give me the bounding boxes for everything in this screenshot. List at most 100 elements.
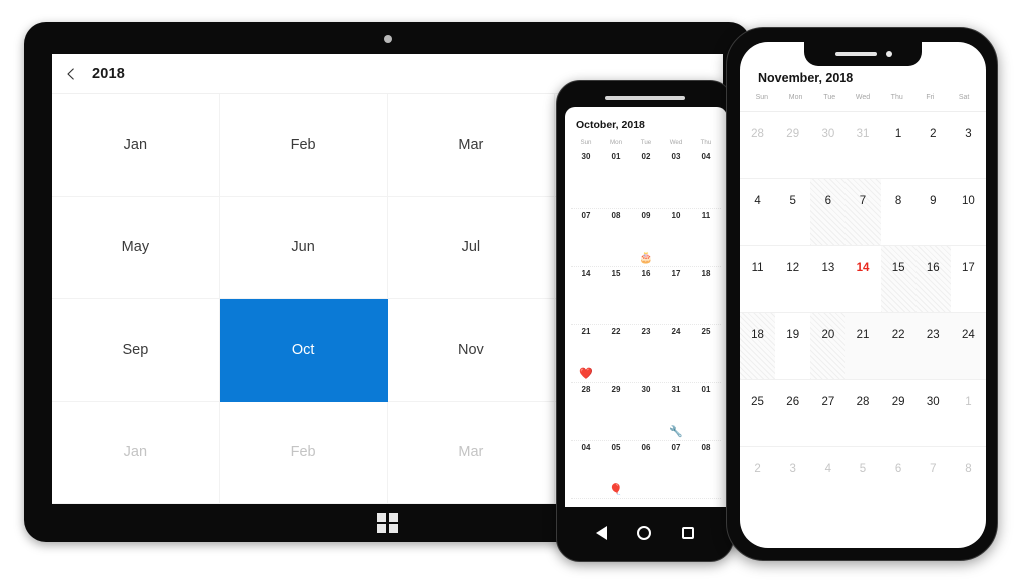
ios-date-cell-normal[interactable]: 5 xyxy=(775,179,810,245)
ios-date-cell-other[interactable]: 2 xyxy=(740,447,775,514)
ios-date-cell-other[interactable]: 7 xyxy=(916,447,951,514)
ios-date-cell-normal[interactable]: 29 xyxy=(881,380,916,446)
ios-date-cell-shaded[interactable]: 23 xyxy=(915,313,951,379)
event-slot-empty xyxy=(631,427,661,438)
event-emoji-icon[interactable]: ❤️ xyxy=(571,369,601,380)
ios-date-cell-shaded[interactable]: 22 xyxy=(880,313,916,379)
event-emoji-icon[interactable]: 🔧 xyxy=(661,427,691,438)
android-date-cell[interactable]: 11 xyxy=(691,211,721,220)
ios-date-cell-selected[interactable]: 2 xyxy=(916,112,951,178)
month-cell-mar-2[interactable]: Mar xyxy=(387,94,556,197)
month-cell-nov-10[interactable]: Nov xyxy=(387,299,556,402)
android-date-cell[interactable]: 09 xyxy=(631,211,661,220)
ios-date-cell-other[interactable]: 30 xyxy=(810,112,845,178)
month-cell-jan-12[interactable]: Jan xyxy=(52,401,220,504)
android-date-cell[interactable]: 25 xyxy=(691,327,721,336)
nav-recents-icon[interactable] xyxy=(681,527,694,539)
ios-date-cell-other[interactable]: 29 xyxy=(775,112,810,178)
ios-date-cell-other[interactable]: 28 xyxy=(740,112,775,178)
tablet-camera-icon xyxy=(383,35,392,43)
ios-date-cell-normal[interactable]: 10 xyxy=(951,179,986,245)
iphone-notch xyxy=(804,42,922,66)
ios-date-cell-selected[interactable]: 30 xyxy=(916,380,951,446)
ios-date-number: 29 xyxy=(786,128,800,140)
android-date-cell[interactable]: 17 xyxy=(661,269,691,278)
ios-date-cell-selected[interactable]: 19 xyxy=(775,313,810,379)
ios-date-cell-normal[interactable]: 8 xyxy=(881,179,916,245)
ios-date-cell-normal[interactable]: 1 xyxy=(881,112,916,178)
ios-date-number: 29 xyxy=(891,396,905,408)
ios-date-cell-normal[interactable]: 13 xyxy=(810,246,845,312)
android-date-cell[interactable]: 05 xyxy=(601,443,631,452)
ios-date-cell-selected[interactable]: 11 xyxy=(740,246,775,312)
ios-date-cell-selected[interactable]: 28 xyxy=(845,380,880,446)
windows-logo-icon[interactable] xyxy=(377,512,398,534)
android-date-cell[interactable]: 10 xyxy=(661,211,691,220)
android-date-cell[interactable]: 21 xyxy=(571,327,601,336)
android-date-cell[interactable]: 18 xyxy=(691,269,721,278)
android-date-cell[interactable]: 08 xyxy=(601,211,631,220)
android-date-cell[interactable]: 29 xyxy=(601,385,631,394)
ios-date-cell-selected[interactable]: 12 xyxy=(775,246,810,312)
ios-date-cell-normal[interactable]: 25 xyxy=(740,380,775,446)
ios-date-cell-other[interactable]: 3 xyxy=(775,447,810,514)
android-date-cell[interactable]: 07 xyxy=(661,443,691,452)
android-date-cell[interactable]: 14 xyxy=(571,269,601,278)
android-date-cell[interactable]: 16 xyxy=(631,269,661,278)
android-date-cell[interactable]: 04 xyxy=(571,443,601,452)
chevron-left-icon[interactable] xyxy=(64,67,78,81)
android-date-cell[interactable]: 08 xyxy=(691,443,721,452)
ios-date-cell-selected[interactable]: 4 xyxy=(740,179,775,245)
event-emoji-icon[interactable]: 🎈 xyxy=(601,485,631,496)
ios-date-number: 9 xyxy=(930,195,937,207)
event-slot-empty xyxy=(691,485,721,496)
month-cell-jul-6[interactable]: Jul xyxy=(387,196,556,299)
ios-date-cell-shaded[interactable]: 24 xyxy=(950,313,986,379)
ios-date-cell-other[interactable]: 8 xyxy=(951,447,986,514)
nav-back-icon[interactable] xyxy=(596,526,608,540)
android-date-cell[interactable]: 23 xyxy=(631,327,661,336)
android-date-cell[interactable]: 07 xyxy=(571,211,601,220)
month-cell-sep-8[interactable]: Sep xyxy=(52,299,220,402)
ios-date-cell-normal[interactable]: 26 xyxy=(775,380,810,446)
ios-date-cell-other[interactable]: 1 xyxy=(951,380,986,446)
android-date-cell[interactable]: 24 xyxy=(661,327,691,336)
ios-date-cell-shaded[interactable]: 21 xyxy=(845,313,881,379)
month-cell-may-4[interactable]: May xyxy=(52,196,220,299)
ios-date-cell-normal[interactable]: 17 xyxy=(951,246,986,312)
ios-week-row: 4 5 6 7 8 9 10 xyxy=(740,179,986,246)
month-cell-jun-5[interactable]: Jun xyxy=(219,196,388,299)
nav-home-icon[interactable] xyxy=(637,526,652,540)
month-cell-mar-14[interactable]: Mar xyxy=(387,401,556,504)
month-cell-jan-0[interactable]: Jan xyxy=(52,94,220,197)
android-date-cell[interactable]: 06 xyxy=(631,443,661,452)
android-date-cell[interactable]: 03 xyxy=(661,152,691,161)
ios-date-number: 6 xyxy=(824,195,832,207)
ios-date-cell-today[interactable]: 14 xyxy=(845,246,880,312)
ios-date-cell-other[interactable]: 6 xyxy=(881,447,916,514)
ios-date-cell-normal[interactable]: 3 xyxy=(951,112,986,178)
android-date-cell[interactable]: 04 xyxy=(691,152,721,161)
android-date-cell[interactable]: 30 xyxy=(631,385,661,394)
month-cell-feb-1[interactable]: Feb xyxy=(219,94,388,197)
android-date-cell[interactable]: 15 xyxy=(601,269,631,278)
android-date-cell[interactable]: 02 xyxy=(631,152,661,161)
ios-date-cell-selected[interactable]: 9 xyxy=(916,179,951,245)
ios-date-cell-other[interactable]: 31 xyxy=(845,112,880,178)
android-date-cell[interactable]: 30 xyxy=(571,152,601,161)
ios-date-cell-other[interactable]: 5 xyxy=(845,447,880,514)
android-date-cell[interactable]: 01 xyxy=(691,385,721,394)
android-date-cell[interactable]: 22 xyxy=(601,327,631,336)
month-cell-feb-13[interactable]: Feb xyxy=(219,401,388,504)
android-date-cell[interactable]: 01 xyxy=(601,152,631,161)
android-date-cell[interactable]: 28 xyxy=(571,385,601,394)
ios-date-number: 22 xyxy=(891,329,905,341)
ios-date-number: 20 xyxy=(821,329,835,341)
month-cell-oct-9[interactable]: Oct xyxy=(219,299,388,402)
event-emoji-icon[interactable]: 🎂 xyxy=(631,253,661,264)
ios-date-cell-other[interactable]: 4 xyxy=(810,447,845,514)
ios-date-cell-normal[interactable]: 27 xyxy=(810,380,845,446)
android-date-row: 28 29 30 31 01 xyxy=(571,383,721,394)
android-calendar-title: October, 2018 xyxy=(576,119,645,131)
android-date-cell[interactable]: 31 xyxy=(661,385,691,394)
